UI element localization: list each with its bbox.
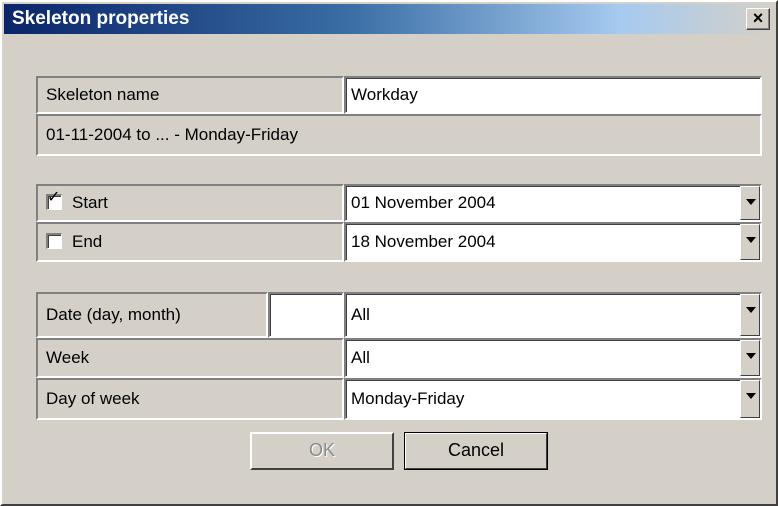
day-of-week-combo[interactable]: Monday-Friday (344, 378, 762, 420)
day-of-week-combo-value: Monday-Friday (351, 389, 465, 408)
start-label: Start (72, 193, 108, 212)
date-day-month-label: Date (day, month) (36, 292, 268, 338)
end-checkbox[interactable] (46, 232, 62, 249)
summary-text: 01-11-2004 to ... - Monday-Friday (46, 125, 298, 144)
end-checkbox-row[interactable]: End (36, 222, 344, 262)
start-checkbox[interactable]: ✓ (46, 189, 62, 210)
date-day-month-label-text: Date (day, month) (46, 305, 181, 324)
skeleton-name-value: Workday (351, 85, 418, 104)
summary-display: 01-11-2004 to ... - Monday-Friday (36, 114, 762, 156)
week-combo[interactable]: All (344, 338, 762, 378)
week-label: Week (36, 338, 344, 378)
end-date-value: 18 November 2004 (351, 232, 496, 251)
start-date-combo[interactable]: 01 November 2004 (344, 184, 762, 222)
skeleton-name-label-text: Skeleton name (46, 85, 160, 104)
window-title: Skeleton properties (12, 8, 190, 29)
start-dropdown-chevron-down-icon[interactable] (740, 186, 760, 220)
day-of-week-label: Day of week (36, 378, 344, 420)
week-label-text: Week (46, 348, 90, 367)
date-combo[interactable]: All (344, 292, 762, 338)
date-dropdown-chevron-down-icon[interactable] (740, 294, 760, 336)
day-of-week-label-text: Day of week (46, 389, 140, 408)
day-of-week-dropdown-chevron-down-icon[interactable] (740, 380, 760, 418)
skeleton-name-label: Skeleton name (36, 76, 344, 114)
week-dropdown-chevron-down-icon[interactable] (740, 340, 760, 376)
skeleton-name-input[interactable]: Workday (344, 76, 762, 114)
start-checkmark-icon: ✓ (47, 188, 61, 206)
end-date-combo[interactable]: 18 November 2004 (344, 222, 762, 262)
title-bar[interactable]: Skeleton properties × (4, 4, 774, 34)
week-combo-value: All (351, 348, 370, 367)
cancel-button[interactable]: Cancel (404, 432, 548, 470)
date-day-month-input[interactable] (268, 292, 344, 338)
end-dropdown-chevron-down-icon[interactable] (740, 224, 760, 260)
close-button[interactable]: × (746, 8, 770, 30)
start-date-value: 01 November 2004 (351, 193, 496, 212)
end-label: End (72, 232, 103, 251)
ok-button[interactable]: OK (250, 432, 394, 470)
start-checkbox-row[interactable]: ✓ Start (36, 184, 344, 222)
date-combo-value: All (351, 305, 370, 324)
